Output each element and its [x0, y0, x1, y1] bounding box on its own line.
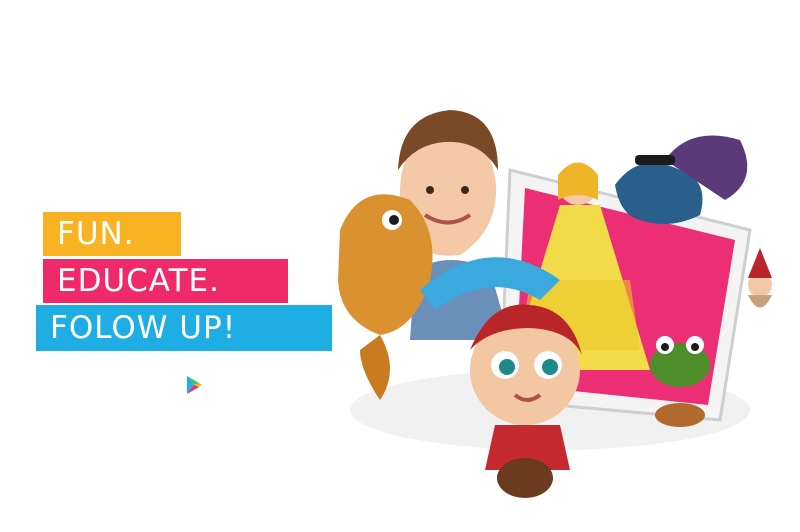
hero-illustration — [338, 110, 772, 498]
slogan-educate-text: EDUCATE. — [57, 262, 220, 299]
hero-section: FUN. EDUCATE. FOLOW UP! — [0, 0, 800, 532]
gnome-character — [748, 248, 772, 308]
slogan-educate: EDUCATE. — [43, 259, 288, 303]
google-play-icon — [187, 376, 202, 394]
google-play-button[interactable] — [182, 373, 206, 397]
fish-character — [338, 194, 433, 400]
slogan-follow-up: FOLOW UP! — [36, 305, 332, 351]
slogan-follow-up-text: FOLOW UP! — [50, 309, 237, 346]
slogan-fun: FUN. — [43, 212, 181, 256]
slogan-fun-text: FUN. — [57, 215, 135, 252]
wolf-character — [615, 135, 748, 224]
